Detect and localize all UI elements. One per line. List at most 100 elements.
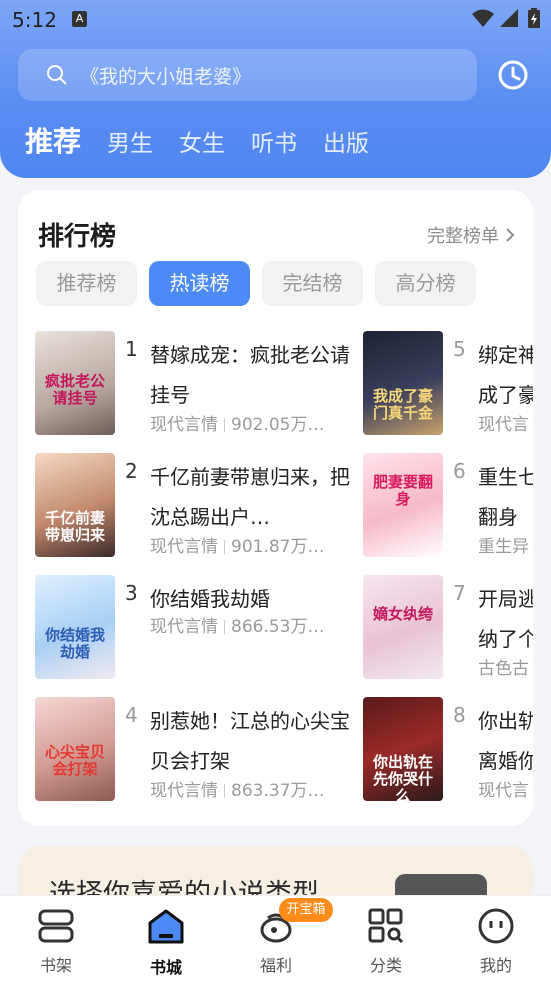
book-category: 现代言 — [478, 781, 529, 801]
search-placeholder: 《我的大小姐老婆》 — [80, 65, 252, 88]
book-cover: 千亿前妻带崽归来 — [35, 453, 115, 557]
cover-title: 嫡女纨绔 — [372, 605, 433, 624]
signal-icon — [500, 9, 518, 27]
meta-divider — [224, 784, 225, 798]
rank-number: 6 — [453, 459, 466, 483]
ranking-chips: 推荐榜 热读榜 完结榜 高分榜 — [36, 261, 488, 306]
book-cover: 你出轨在先你哭什么 — [363, 697, 443, 801]
book-title: 别惹她！江总的心尖宝贝会打架 — [150, 709, 350, 773]
meta-divider — [224, 418, 225, 432]
book-meta: 现代言情 901.87万… — [150, 532, 324, 557]
bookshelf-icon — [38, 909, 74, 943]
nav-bookstore-label: 书城 — [149, 958, 182, 977]
book-meta: 现代言情 863.37万… — [150, 776, 324, 801]
book-cover: 心尖宝贝会打架 — [35, 697, 115, 801]
nav-profile-label: 我的 — [479, 956, 512, 975]
chevron-right-icon — [506, 228, 515, 242]
tab-publishing[interactable]: 出版 — [323, 124, 369, 158]
book-category: 现代言情 — [150, 617, 218, 637]
rank-number: 8 — [453, 703, 466, 727]
book-title: 绑定神豪系统成了豪门 — [478, 343, 533, 407]
book-category: 现代言 — [478, 415, 529, 435]
status-time: 5:12 — [12, 8, 57, 32]
rank-number: 2 — [125, 459, 138, 483]
read-count: 866.53万… — [231, 617, 325, 637]
rank-item-4[interactable]: 心尖宝贝会打架 4 别惹她！江总的心尖宝贝会打架 现代言情 863.37万… — [35, 697, 355, 801]
nav-bookshelf-label: 书架 — [39, 956, 72, 975]
rank-item-5[interactable]: 我成了豪门真千金 5 绑定神豪系统成了豪门 现代言 — [363, 331, 533, 435]
rank-item-6[interactable]: 肥妻要翻身 6 重生七零肥妻翻身 重生异 — [363, 453, 533, 557]
tab-female[interactable]: 女生 — [179, 124, 225, 158]
book-cover: 疯批老公请挂号 — [35, 331, 115, 435]
tab-audiobook[interactable]: 听书 — [251, 124, 297, 158]
book-category: 现代言情 — [150, 781, 218, 801]
cover-title: 疯批老公请挂号 — [44, 371, 105, 407]
chip-high-score[interactable]: 高分榜 — [375, 261, 476, 306]
book-meta: 现代言 — [478, 776, 529, 801]
status-bar: 5:12 A — [0, 0, 551, 38]
read-count: 863.37万… — [231, 781, 325, 801]
book-meta: 现代言情 866.53万… — [150, 612, 324, 637]
chip-recommend[interactable]: 推荐榜 — [36, 261, 137, 306]
notification-a-icon: A — [72, 11, 87, 27]
rank-item-2[interactable]: 千亿前妻带崽归来 2 千亿前妻带崽归来，把沈总踢出户… 现代言情 901.87万… — [35, 453, 355, 557]
rank-item-3[interactable]: 你结婚我劫婚 3 你结婚我劫婚 现代言情 866.53万… — [35, 575, 355, 679]
profile-icon — [478, 908, 514, 944]
book-cover: 肥妻要翻身 — [363, 453, 443, 557]
category-icon — [368, 908, 404, 944]
chip-hot-read[interactable]: 热读榜 — [149, 261, 250, 306]
tab-recommend[interactable]: 推荐 — [25, 120, 81, 160]
full-ranking-link[interactable]: 完整榜单 — [427, 222, 515, 248]
battery-icon — [528, 8, 540, 28]
book-category: 古色古 — [478, 659, 529, 679]
book-meta: 现代言 — [478, 410, 529, 435]
cover-title: 我成了豪门真千金 — [372, 387, 433, 423]
book-title: 替嫁成宠：疯批老公请挂号 — [150, 343, 350, 407]
nav-category-label: 分类 — [369, 956, 402, 975]
ranking-title: 排行榜 — [38, 222, 117, 252]
search-icon — [47, 65, 67, 85]
nav-bookstore[interactable]: 书城 — [126, 908, 206, 978]
rank-item-1[interactable]: 疯批老公请挂号 1 替嫁成宠：疯批老公请挂号 现代言情 902.05万… — [35, 331, 355, 435]
meta-divider — [224, 540, 225, 554]
top-tabs: 推荐 男生 女生 听书 出版 — [25, 120, 395, 164]
chip-completed[interactable]: 完结榜 — [262, 261, 363, 306]
book-cover: 我成了豪门真千金 — [363, 331, 443, 435]
book-category: 重生异 — [478, 537, 529, 557]
cover-title: 你结婚我劫婚 — [44, 626, 105, 661]
tab-male[interactable]: 男生 — [107, 124, 153, 158]
full-ranking-label: 完整榜单 — [427, 226, 499, 247]
read-count: 902.05万… — [231, 415, 325, 435]
cover-title: 千亿前妻带崽归来 — [44, 509, 105, 545]
wifi-icon — [472, 9, 494, 27]
nav-bookshelf[interactable]: 书架 — [16, 908, 96, 976]
book-title: 开局逃婚，我纳了个纨绔 — [478, 587, 533, 651]
rank-item-7[interactable]: 嫡女纨绔 7 开局逃婚，我纳了个纨绔 古色古 — [363, 575, 533, 679]
rank-number: 1 — [125, 337, 138, 361]
nav-profile[interactable]: 我的 — [456, 908, 536, 976]
history-clock-icon[interactable] — [497, 59, 529, 91]
book-title: 你出轨在先，离婚你哭什么 — [478, 709, 533, 773]
rank-number: 4 — [125, 703, 138, 727]
rank-item-8[interactable]: 你出轨在先你哭什么 8 你出轨在先，离婚你哭什么 现代言 — [363, 697, 533, 801]
bookstore-icon — [148, 909, 184, 944]
cover-title: 肥妻要翻身 — [372, 472, 433, 508]
rank-number: 3 — [125, 581, 138, 605]
bottom-nav: 书架 书城 福利 分类 我的 — [0, 895, 551, 981]
nav-welfare-label: 福利 — [259, 956, 292, 975]
header: 5:12 A 《我的大小姐老婆》 推荐 男生 女生 听书 出版 — [0, 0, 551, 178]
search-bar[interactable]: 《我的大小姐老婆》 — [18, 49, 477, 101]
book-meta: 重生异 — [478, 532, 529, 557]
book-meta: 现代言情 902.05万… — [150, 410, 324, 435]
book-category: 现代言情 — [150, 537, 218, 557]
book-category: 现代言情 — [150, 415, 218, 435]
book-title: 千亿前妻带崽归来，把沈总踢出户… — [150, 465, 350, 529]
rank-number: 5 — [453, 337, 466, 361]
nav-category[interactable]: 分类 — [346, 908, 426, 976]
book-meta: 古色古 — [478, 654, 529, 679]
cover-title: 你出轨在先你哭什么 — [372, 753, 433, 801]
treasure-chest-badge[interactable]: 开宝箱 — [279, 898, 333, 922]
book-title: 重生七零肥妻翻身 — [478, 465, 533, 529]
read-count: 901.87万… — [231, 537, 325, 557]
rank-number: 7 — [453, 581, 466, 605]
